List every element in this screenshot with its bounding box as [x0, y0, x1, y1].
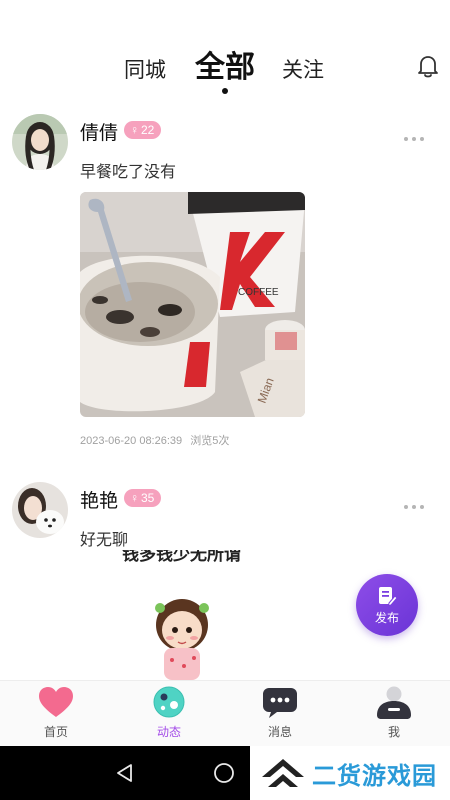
nav-label-me: 我 — [387, 725, 400, 739]
nav-item-moments[interactable]: 动态 — [119, 681, 219, 747]
post-view-count: 浏览5次 — [190, 435, 230, 447]
watermark-logo-icon — [262, 759, 304, 787]
bottom-navigation: 首页 动态 消息 我 — [0, 680, 450, 746]
post-text: 好无聊 — [80, 532, 129, 549]
post-image[interactable]: 钱多钱少无所谓 — [80, 550, 310, 680]
feed-post[interactable]: 倩倩 ♀ 22 早餐吃了没有 Mian COFFEE 2023-06-20 08… — [0, 112, 450, 457]
message-icon — [263, 688, 297, 718]
tab-following[interactable]: 关注 — [282, 54, 324, 84]
avatar[interactable] — [12, 482, 68, 538]
publish-button[interactable]: 发布 — [356, 574, 418, 636]
app-screen: 同城 全部 关注 倩倩 ♀ 22 早餐吃了没有 Mian COFFEE 2023… — [0, 0, 450, 800]
svg-text:COFFEE: COFFEE — [238, 287, 279, 298]
tab-all[interactable]: 全部 — [195, 42, 255, 86]
gender-age-badge: ♀ 22 — [124, 121, 162, 139]
gender-age-badge: ♀ 35 — [124, 489, 162, 507]
more-options-icon[interactable] — [404, 128, 428, 141]
bell-icon[interactable] — [414, 52, 442, 80]
home-circle-icon[interactable] — [213, 762, 235, 784]
edit-document-icon — [379, 586, 398, 606]
username[interactable]: 倩倩 — [80, 118, 118, 145]
back-icon[interactable] — [114, 762, 136, 784]
nav-label-home: 首页 — [43, 725, 68, 739]
profile-icon — [377, 686, 411, 719]
age-value: 22 — [141, 123, 155, 137]
top-tab-bar: 同城 全部 关注 — [0, 44, 450, 94]
watermark-text: 二货游戏园 — [312, 762, 437, 790]
heart-icon — [39, 687, 73, 717]
nav-item-home[interactable]: 首页 — [6, 681, 106, 747]
post-image[interactable]: Mian COFFEE — [80, 192, 305, 417]
tab-same-city[interactable]: 同城 — [124, 54, 166, 84]
nav-label-moments: 动态 — [156, 725, 181, 739]
post-image-caption: 钱多钱少无所谓 — [122, 550, 241, 565]
post-timestamp: 2023-06-20 08:26:39 — [80, 435, 183, 447]
post-text: 早餐吃了没有 — [80, 164, 177, 181]
post-meta: 2023-06-20 08:26:39 浏览5次 — [80, 432, 229, 448]
username[interactable]: 艳艳 — [80, 486, 118, 513]
nav-item-me[interactable]: 我 — [344, 681, 444, 747]
publish-label: 发布 — [374, 610, 399, 625]
watermark: 二货游戏园 — [250, 746, 450, 800]
female-icon: ♀ — [130, 123, 139, 137]
active-tab-indicator — [222, 88, 228, 94]
more-options-icon[interactable] — [404, 496, 428, 509]
nav-label-messages: 消息 — [267, 725, 292, 739]
age-value: 35 — [141, 491, 155, 505]
female-icon: ♀ — [130, 491, 139, 505]
moments-icon — [153, 686, 185, 718]
nav-item-messages[interactable]: 消息 — [230, 681, 330, 747]
avatar[interactable] — [12, 114, 68, 170]
